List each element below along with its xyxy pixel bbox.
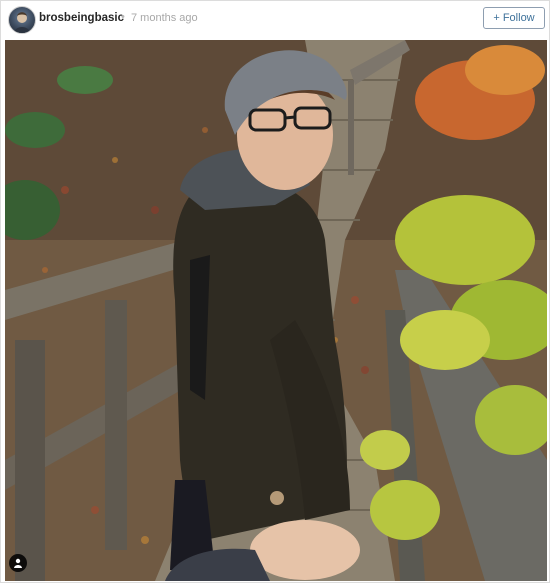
railing-post bbox=[348, 80, 354, 175]
post-photo[interactable] bbox=[5, 40, 547, 581]
separator-dot: • bbox=[121, 11, 125, 23]
post-header: brosbeingbasic • 7 months ago + Follow bbox=[1, 1, 550, 39]
post-timestamp[interactable]: 7 months ago bbox=[131, 12, 198, 24]
instagram-post: brosbeingbasic • 7 months ago + Follow bbox=[0, 0, 550, 583]
photo-illustration bbox=[5, 40, 547, 581]
follow-button[interactable]: + Follow bbox=[483, 7, 545, 29]
user-icon[interactable] bbox=[9, 554, 27, 572]
jacket-button bbox=[270, 491, 284, 505]
avatar[interactable] bbox=[8, 6, 36, 34]
joined-hands bbox=[250, 520, 360, 580]
left-railing-post bbox=[105, 300, 127, 550]
post-username[interactable]: brosbeingbasic bbox=[39, 12, 124, 24]
left-railing-post-near bbox=[15, 340, 45, 581]
